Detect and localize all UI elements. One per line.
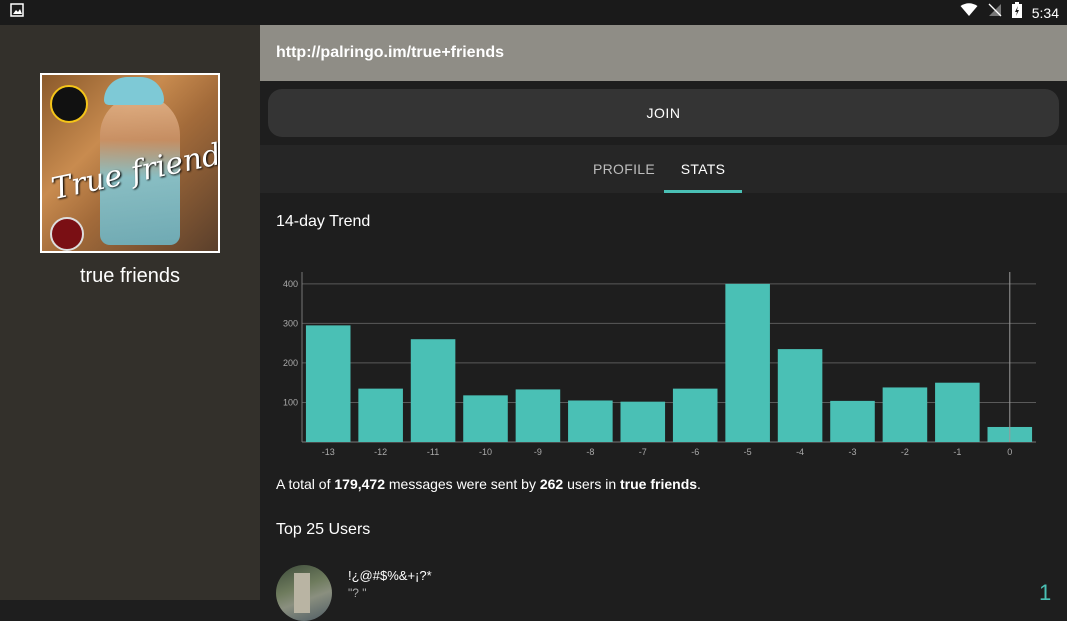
- summary-suffix: .: [697, 476, 701, 492]
- x-tick-label: -9: [534, 447, 542, 457]
- x-tick-label: -6: [691, 447, 699, 457]
- y-tick-label: 400: [283, 279, 298, 289]
- x-tick-label: -1: [953, 447, 961, 457]
- summary-middle2: users in: [563, 476, 621, 492]
- group-chat-logo: [50, 85, 88, 123]
- url-bar[interactable]: http://palringo.im/true+friends: [260, 25, 1067, 81]
- x-tick-label: -8: [586, 447, 594, 457]
- chart-bar: [568, 400, 613, 442]
- trend-chart: 100200300400-13 -12 -11 -10 -9 -8 -7 -6 -5 -4 -3 -2…: [283, 272, 1036, 457]
- no-signal-icon: [988, 3, 1002, 22]
- chart-bar: [358, 388, 403, 442]
- group-name: true friends: [79, 265, 181, 287]
- wifi-icon: [960, 3, 978, 22]
- battery-charging-icon: [1011, 2, 1022, 23]
- user-count: 262: [539, 476, 564, 492]
- x-tick-label: -4: [796, 447, 804, 457]
- tab-bar: PROFILE STATS: [260, 145, 1067, 193]
- group-url[interactable]: http://palringo.im/true+friends: [276, 44, 504, 62]
- top-users-title: Top 25 Users: [276, 521, 371, 538]
- join-button[interactable]: JOIN: [268, 89, 1059, 137]
- message-count: 179,472: [334, 476, 385, 492]
- x-tick-label: -10: [479, 447, 492, 457]
- chart-bar: [305, 325, 351, 442]
- x-tick-label: -7: [639, 447, 647, 457]
- active-tab-indicator: [664, 190, 742, 193]
- chart-bar: [672, 388, 718, 442]
- top-user-row[interactable]: !¿@#$%&+¡?* "? " 1: [276, 562, 1067, 621]
- chart-bar: [830, 400, 875, 442]
- trend-title: 14-day Trend: [276, 213, 371, 230]
- image-notification-icon: [10, 3, 24, 22]
- group-cover-image: True friends: [40, 73, 220, 253]
- user-status: "? ": [348, 586, 367, 600]
- chart-bar: [882, 387, 928, 442]
- chart-bar: [620, 401, 666, 442]
- summary-middle: messages were sent by: [384, 476, 540, 492]
- x-tick-label: -3: [848, 447, 856, 457]
- user-avatar[interactable]: [276, 565, 332, 621]
- y-tick-label: 100: [283, 397, 298, 407]
- sidebar: True friends true friends: [0, 25, 260, 600]
- tab-profile[interactable]: PROFILE: [586, 145, 662, 193]
- chart-bar: [935, 382, 980, 442]
- x-tick-label: -13: [322, 447, 335, 457]
- x-tick-label: -11: [427, 447, 439, 457]
- chart-bar: [725, 283, 770, 442]
- status-bar: 5:34: [0, 0, 1067, 25]
- stats-summary: A total of 179,472 messages were sent by…: [276, 476, 701, 492]
- chart-bar: [410, 339, 456, 442]
- chart-bar: [777, 349, 823, 442]
- y-tick-label: 300: [283, 318, 298, 328]
- zilla-logo: [50, 217, 84, 251]
- x-tick-label: 0: [1007, 447, 1012, 457]
- x-tick-label: -2: [901, 447, 909, 457]
- x-tick-label: -5: [744, 447, 752, 457]
- status-time: 5:34: [1031, 4, 1059, 21]
- x-tick-label: -12: [374, 447, 387, 457]
- summary-prefix: A total of: [276, 476, 335, 492]
- chart-bar: [463, 395, 508, 442]
- user-name: !¿@#$%&+¡?*: [348, 568, 432, 583]
- chart-bar: [515, 389, 561, 442]
- tab-stats[interactable]: STATS: [664, 145, 742, 193]
- user-rank: 1: [1039, 580, 1052, 605]
- y-tick-label: 200: [283, 358, 298, 368]
- summary-group-name: true friends: [620, 476, 698, 492]
